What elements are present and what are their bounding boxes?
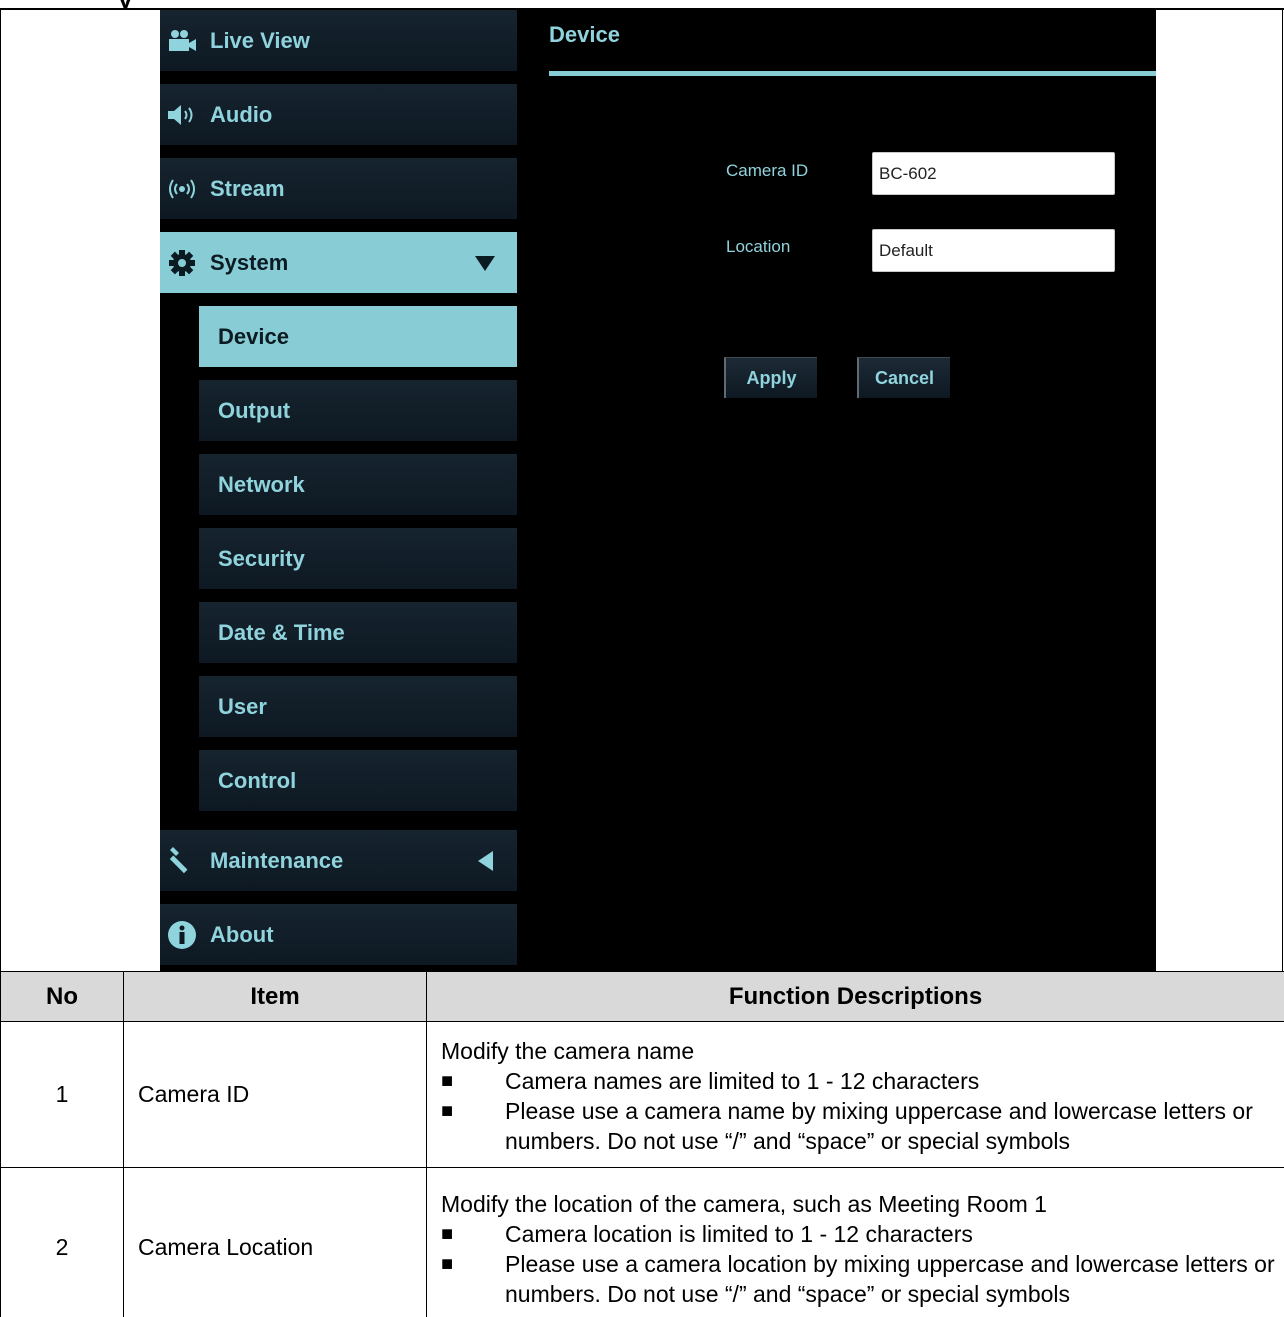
location-label: Location <box>726 237 791 256</box>
page-title: Device <box>549 22 620 47</box>
nav-subitem-device[interactable]: Device <box>199 306 517 369</box>
cancel-button[interactable]: Cancel <box>857 357 950 398</box>
nav-label-live-view: Live View <box>210 27 310 53</box>
nav-subitem-control[interactable]: Control <box>199 750 517 813</box>
header-function-descriptions: Function Descriptions <box>426 971 1284 1022</box>
row-description: Modify the location of the camera, such … <box>426 1167 1284 1317</box>
sidebar: Live View Audio Stream System Device Out… <box>160 10 518 971</box>
camera-id-input[interactable]: BC-602 <box>872 152 1115 195</box>
row-number: 1 <box>0 1021 124 1168</box>
description-bullet: ■ Camera location is limited to 1 - 12 ch… <box>441 1219 1284 1249</box>
square-bullet-icon: ■ <box>441 1222 454 1245</box>
wrench-icon <box>164 846 200 876</box>
clipped-heading-fragment: y <box>0 0 200 8</box>
header-item: Item <box>123 971 427 1022</box>
gear-icon <box>164 248 200 278</box>
bullet-text: Camera location is limited to 1 - 12 cha… <box>505 1220 973 1247</box>
square-bullet-icon: ■ <box>441 1069 454 1092</box>
triangle-left-icon <box>465 846 505 876</box>
description-bullet: ■ Camera names are limited to 1 - 12 char… <box>441 1066 1284 1096</box>
row-item: Camera Location <box>123 1167 427 1317</box>
frame-border-left <box>0 9 1 971</box>
nav-label-network: Network <box>218 471 305 497</box>
description-bullet: ■ Please use a camera location by mixing … <box>441 1249 1284 1309</box>
nav-label-user: User <box>218 693 267 719</box>
nav-subitem-date-time[interactable]: Date & Time <box>199 602 517 665</box>
nav-subitem-user[interactable]: User <box>199 676 517 739</box>
location-input[interactable]: Default <box>872 229 1115 272</box>
nav-label-device: Device <box>218 323 289 349</box>
nav-item-about[interactable]: About <box>160 904 517 967</box>
description-intro: Modify the location of the camera, such … <box>441 1190 1047 1217</box>
nav-label-maintenance: Maintenance <box>210 847 344 873</box>
speaker-icon <box>164 100 200 130</box>
title-underline <box>549 71 1156 76</box>
row-description: Modify the camera name ■ Camera names are… <box>426 1021 1284 1168</box>
nav-item-maintenance[interactable]: Maintenance <box>160 830 517 893</box>
camera-web-ui: Live View Audio Stream System Device Out… <box>160 10 1156 971</box>
row-item: Camera ID <box>123 1021 427 1168</box>
nav-subitem-output[interactable]: Output <box>199 380 517 443</box>
nav-label-stream: Stream <box>210 175 285 201</box>
location-value: Default <box>879 240 933 260</box>
frame-border-right <box>1282 9 1283 971</box>
description-intro: Modify the camera name <box>441 1037 695 1064</box>
table-row: 2 Camera Location Modify the location of… <box>0 1167 1284 1317</box>
nav-subitem-network[interactable]: Network <box>199 454 517 517</box>
apply-button[interactable]: Apply <box>724 357 817 398</box>
header-no: No <box>0 971 124 1022</box>
nav-item-audio[interactable]: Audio <box>160 84 517 147</box>
bullet-text: Camera names are limited to 1 - 12 chara… <box>505 1067 980 1094</box>
nav-label-control: Control <box>218 767 297 793</box>
square-bullet-icon: ■ <box>441 1099 454 1122</box>
nav-label-security: Security <box>218 545 305 571</box>
table-row: 1 Camera ID Modify the camera name ■ Came… <box>0 1021 1284 1168</box>
function-table: No Item Function Descriptions 1 Camera I… <box>0 971 1284 1317</box>
nav-item-stream[interactable]: Stream <box>160 158 517 221</box>
nav-item-system[interactable]: System <box>160 232 517 295</box>
bullet-text: Please use a camera name by mixing upper… <box>505 1097 1253 1154</box>
camera-id-value: BC-602 <box>879 163 937 183</box>
camera-id-label: Camera ID <box>726 161 809 180</box>
description-bullet: ■ Please use a camera name by mixing uppe… <box>441 1096 1284 1156</box>
broadcast-icon <box>164 174 200 204</box>
triangle-down-icon <box>465 248 505 278</box>
nav-label-system: System <box>210 249 289 275</box>
row-number: 2 <box>0 1167 124 1317</box>
nav-subitem-security[interactable]: Security <box>199 528 517 591</box>
bullet-text: Please use a camera location by mixing u… <box>505 1250 1275 1307</box>
nav-item-live-view[interactable]: Live View <box>160 10 517 73</box>
info-icon <box>164 920 200 950</box>
nav-label-audio: Audio <box>210 101 273 127</box>
video-camera-icon <box>164 26 200 56</box>
square-bullet-icon: ■ <box>441 1252 454 1275</box>
nav-label-about: About <box>210 921 274 947</box>
nav-label-output: Output <box>218 397 291 423</box>
device-settings-panel: Device Camera ID BC-602 Location Default… <box>518 10 1156 971</box>
table-header-row: No Item Function Descriptions <box>0 971 1284 1022</box>
nav-label-date-time: Date & Time <box>218 619 345 645</box>
